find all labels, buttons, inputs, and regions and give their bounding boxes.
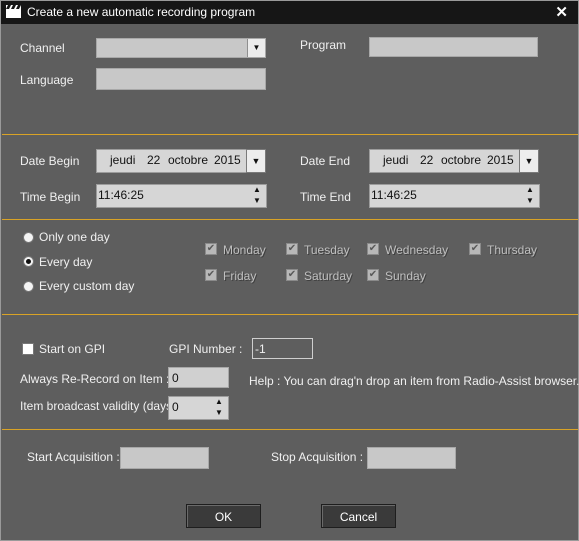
stop-acquisition-label: Stop Acquisition : [271, 450, 364, 464]
day-label-sunday: Sunday [385, 269, 426, 283]
ok-button[interactable]: OK [186, 504, 261, 528]
spin-down-icon[interactable]: ▼ [248, 196, 266, 207]
day-label-thursday: Thursday [487, 243, 538, 257]
date-begin-picker[interactable]: jeudi 22 octobre 2015 ▼ [96, 149, 266, 173]
date-begin-weekday[interactable]: jeudi [110, 153, 135, 167]
date-end-label: Date End [300, 154, 351, 168]
spin-up-icon[interactable]: ▲ [521, 185, 539, 196]
language-label: Language [20, 73, 74, 87]
date-end-day[interactable]: 22 [420, 153, 433, 167]
start-acquisition-label: Start Acquisition : [27, 450, 120, 464]
checkbox-thursday[interactable]: ✔ [469, 243, 481, 255]
always-rerecord-field[interactable]: 0 [168, 367, 229, 388]
close-icon[interactable]: ✕ [555, 3, 568, 21]
spin-up-icon[interactable]: ▲ [248, 185, 266, 196]
language-field[interactable] [96, 68, 266, 90]
radio-every-custom-day[interactable] [23, 281, 34, 292]
date-end-month[interactable]: octobre [441, 153, 481, 167]
checkbox-friday[interactable]: ✔ [205, 269, 217, 281]
date-end-year[interactable]: 2015 [487, 153, 514, 167]
checkbox-tuesday[interactable]: ✔ [286, 243, 298, 255]
radio-label-every-day[interactable]: Every day [39, 255, 92, 269]
time-begin-value[interactable]: 11:46:25 [98, 188, 144, 202]
date-begin-day[interactable]: 22 [147, 153, 160, 167]
spin-down-icon[interactable]: ▼ [521, 196, 539, 207]
program-label: Program [300, 38, 347, 52]
start-acquisition-field[interactable] [120, 447, 209, 469]
calendar-dropdown-icon[interactable]: ▼ [519, 149, 539, 173]
date-begin-year[interactable]: 2015 [214, 153, 241, 167]
start-on-gpi-label[interactable]: Start on GPI [39, 342, 105, 356]
time-begin-spin[interactable]: ▲ ▼ [248, 185, 266, 207]
date-begin-month[interactable]: octobre [168, 153, 208, 167]
separator [2, 134, 578, 135]
date-end-weekday[interactable]: jeudi [383, 153, 408, 167]
day-label-wednesday: Wednesday [385, 243, 449, 257]
time-begin-label: Time Begin [20, 190, 81, 204]
window-title: Create a new automatic recording program [27, 5, 256, 19]
day-label-monday: Monday [223, 243, 266, 257]
channel-label: Channel [20, 41, 65, 55]
clapperboard-icon [6, 5, 21, 18]
checkbox-start-on-gpi[interactable] [22, 343, 34, 355]
gpi-number-field[interactable]: -1 [252, 338, 313, 359]
separator [2, 429, 578, 430]
gpi-number-label: GPI Number : [169, 342, 243, 356]
validity-spin[interactable]: ▲ ▼ [210, 397, 228, 419]
gpi-number-value[interactable]: -1 [255, 342, 266, 356]
validity-label: Item broadcast validity (days) : [20, 399, 183, 413]
time-end-spin[interactable]: ▲ ▼ [521, 185, 539, 207]
separator [2, 219, 578, 220]
checkbox-sunday[interactable]: ✔ [367, 269, 379, 281]
radio-label-every-custom-day[interactable]: Every custom day [39, 279, 134, 293]
day-label-friday: Friday [223, 269, 257, 283]
always-rerecord-value[interactable]: 0 [172, 371, 179, 385]
channel-dropdown[interactable]: ▼ [96, 38, 266, 58]
chevron-down-icon[interactable]: ▼ [247, 39, 265, 57]
radio-every-day[interactable] [23, 256, 34, 267]
program-field[interactable] [369, 37, 538, 57]
validity-value[interactable]: 0 [172, 400, 179, 414]
time-begin-spinner[interactable]: 11:46:25 ▲ ▼ [96, 184, 267, 208]
stop-acquisition-field[interactable] [367, 447, 456, 469]
checkbox-wednesday[interactable]: ✔ [367, 243, 379, 255]
radio-only-one-day[interactable] [23, 232, 34, 243]
checkbox-saturday[interactable]: ✔ [286, 269, 298, 281]
spin-down-icon[interactable]: ▼ [210, 408, 228, 419]
time-end-value[interactable]: 11:46:25 [371, 188, 417, 202]
cancel-button[interactable]: Cancel [321, 504, 396, 528]
separator [2, 314, 578, 315]
title-bar: Create a new automatic recording program… [1, 1, 578, 24]
day-label-saturday: Saturday [304, 269, 353, 283]
help-text: Help : You can drag'n drop an item from … [249, 374, 579, 388]
checkbox-monday[interactable]: ✔ [205, 243, 217, 255]
spin-up-icon[interactable]: ▲ [210, 397, 228, 408]
date-begin-label: Date Begin [20, 154, 80, 168]
date-end-picker[interactable]: jeudi 22 octobre 2015 ▼ [369, 149, 539, 173]
time-end-spinner[interactable]: 11:46:25 ▲ ▼ [369, 184, 540, 208]
radio-label-only-one-day[interactable]: Only one day [39, 230, 110, 244]
day-label-tuesday: Tuesday [304, 243, 350, 257]
validity-spinner[interactable]: 0 ▲ ▼ [168, 396, 229, 420]
calendar-dropdown-icon[interactable]: ▼ [246, 149, 266, 173]
dialog-window: Create a new automatic recording program… [0, 0, 579, 541]
time-end-label: Time End [300, 190, 351, 204]
always-rerecord-label: Always Re-Record on Item : [20, 372, 170, 386]
